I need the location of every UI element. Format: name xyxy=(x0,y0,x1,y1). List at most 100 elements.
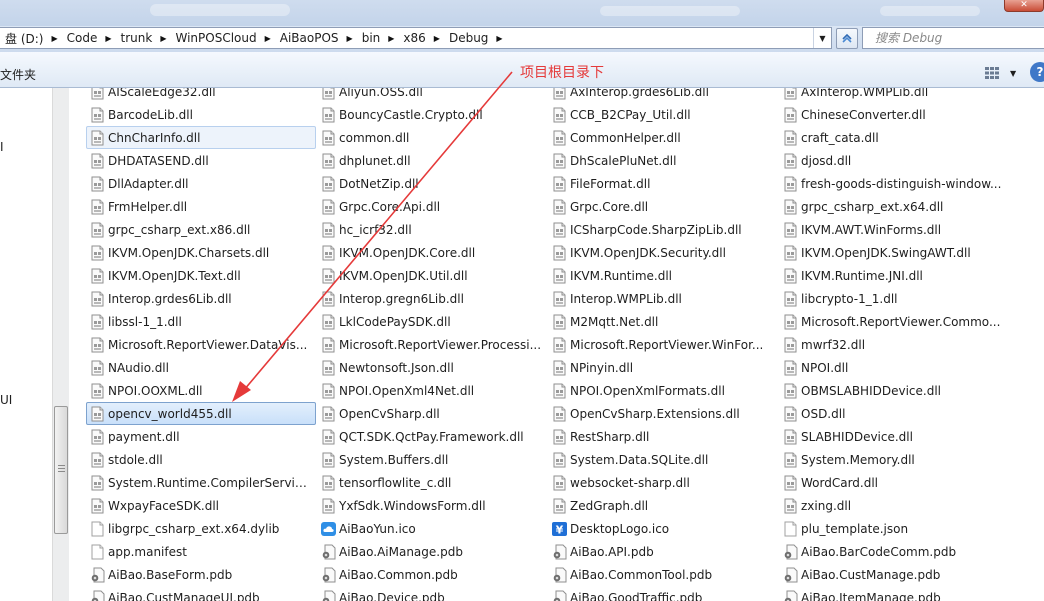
file-item[interactable]: IKVM.OpenJDK.SwingAWT.dll xyxy=(779,241,1009,264)
breadcrumb-item[interactable]: Code ▶ xyxy=(61,28,115,48)
chevron-right-icon[interactable]: ▶ xyxy=(496,34,502,43)
file-item[interactable]: IKVM.Runtime.dll xyxy=(548,264,778,287)
file-item[interactable]: websocket-sharp.dll xyxy=(548,471,778,494)
file-item[interactable]: AiBao.AiManage.pdb xyxy=(317,540,547,563)
file-item[interactable]: AiBao.ItemManage.pdb xyxy=(779,586,1009,601)
file-item[interactable]: AiBaoYun.ico xyxy=(317,517,547,540)
file-item[interactable]: Interop.gregn6Lib.dll xyxy=(317,287,547,310)
file-item[interactable]: Aliyun.OSS.dll xyxy=(317,88,547,103)
file-item[interactable]: Interop.WMPLib.dll xyxy=(548,287,778,310)
file-item[interactable]: NPinyin.dll xyxy=(548,356,778,379)
chevron-right-icon[interactable]: ▶ xyxy=(434,34,440,43)
file-item[interactable]: zxing.dll xyxy=(779,494,1009,517)
file-item[interactable]: libcrypto-1_1.dll xyxy=(779,287,1009,310)
file-item[interactable]: IKVM.OpenJDK.Charsets.dll xyxy=(86,241,316,264)
file-item[interactable]: libgrpc_csharp_ext.x64.dylib xyxy=(86,517,316,540)
file-item[interactable]: IKVM.OpenJDK.Util.dll xyxy=(317,264,547,287)
breadcrumb-item[interactable]: AiBaoPOS ▶ xyxy=(274,28,356,48)
file-item[interactable]: System.Data.SQLite.dll xyxy=(548,448,778,471)
file-item[interactable]: WordCard.dll xyxy=(779,471,1009,494)
file-item[interactable]: ZedGraph.dll xyxy=(548,494,778,517)
nav-item-label[interactable]: UI xyxy=(0,393,12,407)
file-item[interactable]: AiBao.Common.pdb xyxy=(317,563,547,586)
file-item[interactable]: AiBao.BarCodeComm.pdb xyxy=(779,540,1009,563)
file-item[interactable]: craft_cata.dll xyxy=(779,126,1009,149)
file-item[interactable]: CCB_B2CPay_Util.dll xyxy=(548,103,778,126)
file-item[interactable]: System.Memory.dll xyxy=(779,448,1009,471)
file-item[interactable]: LklCodePaySDK.dll xyxy=(317,310,547,333)
file-item[interactable]: mwrf32.dll xyxy=(779,333,1009,356)
file-item[interactable]: M2Mqtt.Net.dll xyxy=(548,310,778,333)
file-item[interactable]: grpc_csharp_ext.x64.dll xyxy=(779,195,1009,218)
file-item[interactable]: AiBao.CustManage.pdb xyxy=(779,563,1009,586)
breadcrumb-item[interactable]: WinPOSCloud ▶ xyxy=(169,28,273,48)
file-item[interactable]: OpenCvSharp.Extensions.dll xyxy=(548,402,778,425)
file-item[interactable]: payment.dll xyxy=(86,425,316,448)
new-folder-button[interactable]: 文件夹 xyxy=(0,66,36,83)
address-bar[interactable]: 盘 (D:) ▶ Code ▶ trunk ▶ WinPOSCloud ▶ AiBaoPOS ▶ b… xyxy=(0,27,832,49)
file-item[interactable]: Grpc.Core.Api.dll xyxy=(317,195,547,218)
nav-scrollbar[interactable] xyxy=(52,88,69,601)
breadcrumb-item[interactable]: x86 ▶ xyxy=(397,28,443,48)
file-item[interactable]: AIScaleEdge32.dll xyxy=(86,88,316,103)
breadcrumb-item[interactable]: trunk ▶ xyxy=(115,28,170,48)
file-item[interactable]: WxpayFaceSDK.dll xyxy=(86,494,316,517)
file-item[interactable]: app.manifest xyxy=(86,540,316,563)
chevron-right-icon[interactable]: ▶ xyxy=(347,34,353,43)
file-item[interactable]: common.dll xyxy=(317,126,547,149)
file-item[interactable]: IKVM.OpenJDK.Security.dll xyxy=(548,241,778,264)
file-item[interactable]: IKVM.AWT.WinForms.dll xyxy=(779,218,1009,241)
file-item[interactable]: DHDATASEND.dll xyxy=(86,149,316,172)
file-item[interactable]: OpenCvSharp.dll xyxy=(317,402,547,425)
file-item[interactable]: Newtonsoft.Json.dll xyxy=(317,356,547,379)
search-input[interactable]: 搜索 Debug xyxy=(862,27,1044,49)
close-button[interactable]: ✕ xyxy=(1004,0,1044,12)
file-item[interactable]: djosd.dll xyxy=(779,149,1009,172)
change-view-button[interactable]: ▼ xyxy=(984,65,1024,81)
file-item[interactable]: IKVM.Runtime.JNI.dll xyxy=(779,264,1009,287)
nav-item-label[interactable]: I xyxy=(0,140,4,154)
file-item[interactable]: AiBao.Device.pdb xyxy=(317,586,547,601)
file-item[interactable]: YxfSdk.WindowsForm.dll xyxy=(317,494,547,517)
file-item[interactable]: DllAdapter.dll xyxy=(86,172,316,195)
file-item[interactable]: plu_template.json xyxy=(779,517,1009,540)
help-button[interactable]: ? xyxy=(1030,62,1044,82)
file-item[interactable]: opencv_world455.dll xyxy=(86,402,316,425)
file-item[interactable]: Microsoft.ReportViewer.WinFor... xyxy=(548,333,778,356)
file-item[interactable]: FrmHelper.dll xyxy=(86,195,316,218)
file-item[interactable]: NPOI.OpenXmlFormats.dll xyxy=(548,379,778,402)
file-item[interactable]: OSD.dll xyxy=(779,402,1009,425)
chevron-right-icon[interactable]: ▶ xyxy=(265,34,271,43)
file-item[interactable]: IKVM.OpenJDK.Core.dll xyxy=(317,241,547,264)
file-item[interactable]: ChineseConverter.dll xyxy=(779,103,1009,126)
file-item[interactable]: hc_icrf32.dll xyxy=(317,218,547,241)
file-item[interactable]: Interop.grdes6Lib.dll xyxy=(86,287,316,310)
file-item[interactable]: BarcodeLib.dll xyxy=(86,103,316,126)
file-item[interactable]: NAudio.dll xyxy=(86,356,316,379)
file-item[interactable]: ¥ DesktopLogo.ico xyxy=(548,517,778,540)
file-item[interactable]: NPOI.dll xyxy=(779,356,1009,379)
nav-scrollbar-thumb[interactable] xyxy=(54,406,68,534)
file-item[interactable]: System.Buffers.dll xyxy=(317,448,547,471)
file-item[interactable]: AiBao.CustManageUI.pdb xyxy=(86,586,316,601)
file-item[interactable]: BouncyCastle.Crypto.dll xyxy=(317,103,547,126)
file-item[interactable]: ChnCharInfo.dll xyxy=(86,126,316,149)
file-item[interactable]: RestSharp.dll xyxy=(548,425,778,448)
chevron-right-icon[interactable]: ▶ xyxy=(160,34,166,43)
breadcrumb-item[interactable]: 盘 (D:) ▶ xyxy=(0,28,61,48)
file-item[interactable]: IKVM.OpenJDK.Text.dll xyxy=(86,264,316,287)
file-item[interactable]: OBMSLABHIDDevice.dll xyxy=(779,379,1009,402)
file-item[interactable]: DotNetZip.dll xyxy=(317,172,547,195)
file-item[interactable]: FileFormat.dll xyxy=(548,172,778,195)
file-item[interactable]: AxInterop.WMPLib.dll xyxy=(779,88,1009,103)
file-item[interactable]: AiBao.GoodTraffic.pdb xyxy=(548,586,778,601)
file-item[interactable]: System.Runtime.CompilerService... xyxy=(86,471,316,494)
file-item[interactable]: AxInterop.grdes6Lib.dll xyxy=(548,88,778,103)
breadcrumb-item[interactable]: bin ▶ xyxy=(356,28,398,48)
refresh-button[interactable] xyxy=(836,28,858,49)
file-item[interactable]: AiBao.API.pdb xyxy=(548,540,778,563)
file-item[interactable]: dhplunet.dll xyxy=(317,149,547,172)
file-item[interactable]: QCT.SDK.QctPay.Framework.dll xyxy=(317,425,547,448)
file-item[interactable]: Microsoft.ReportViewer.Processi... xyxy=(317,333,547,356)
file-item[interactable]: stdole.dll xyxy=(86,448,316,471)
